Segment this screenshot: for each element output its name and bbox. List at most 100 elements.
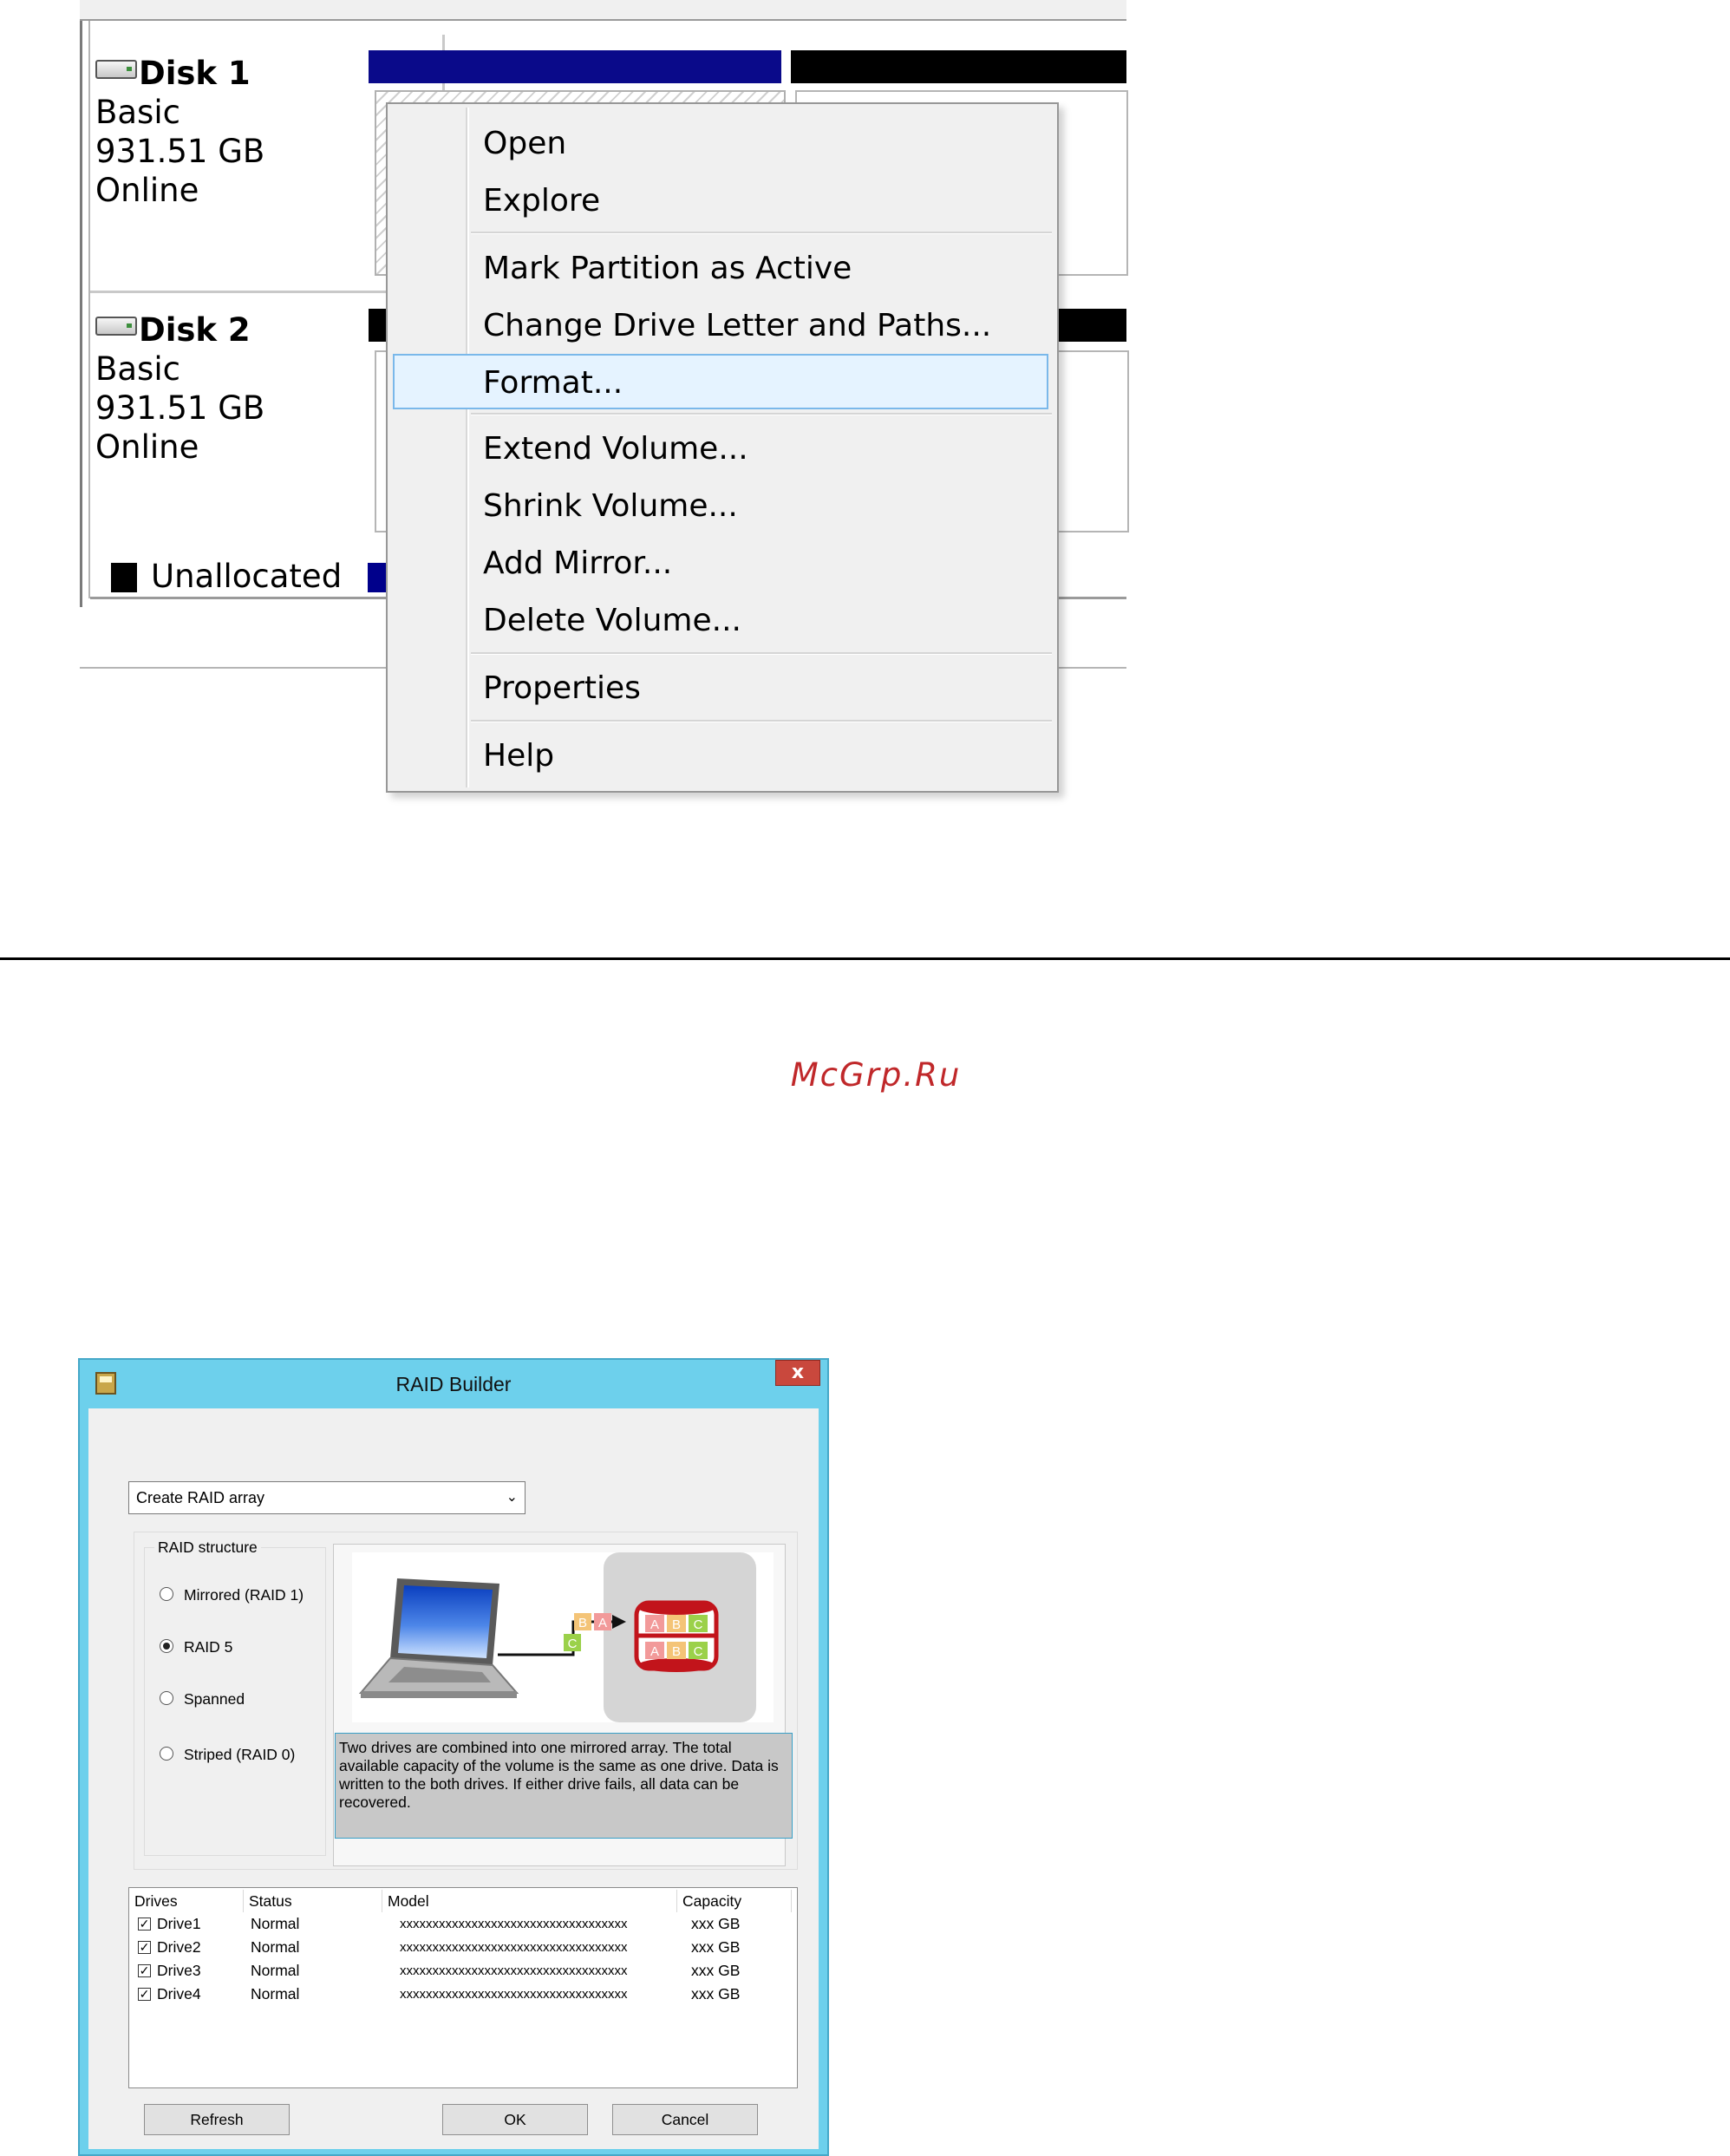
radio-button[interactable] xyxy=(160,1691,173,1705)
menu-item-delete-volume[interactable]: Delete Volume... xyxy=(393,593,1048,649)
watermark-text: McGrp.Ru xyxy=(790,1056,962,1094)
menu-item-label: Shrink Volume... xyxy=(483,488,738,524)
refresh-button[interactable]: Refresh xyxy=(144,2104,290,2135)
table-row[interactable]: ✓ Drive1 Normal xxxxxxxxxxxxxxxxxxxxxxxx… xyxy=(129,1912,797,1936)
radio-label: RAID 5 xyxy=(184,1638,233,1656)
menu-item-label: Open xyxy=(483,126,567,161)
menu-item-format[interactable]: Format... xyxy=(393,354,1048,409)
drive-name: Drive2 xyxy=(157,1938,201,1956)
page-divider xyxy=(0,957,1730,960)
ok-button[interactable]: OK xyxy=(442,2104,588,2135)
drive-name: Drive3 xyxy=(157,1962,201,1979)
drive-model: xxxxxxxxxxxxxxxxxxxxxxxxxxxxxxxxxxx xyxy=(400,1987,628,2002)
partition-context-menu: Open Explore Mark Partition as Active Ch… xyxy=(386,102,1059,793)
disk-status: Online xyxy=(95,172,199,209)
cancel-button[interactable]: Cancel xyxy=(612,2104,758,2135)
drive-name: Drive1 xyxy=(157,1915,201,1932)
disk-2-label[interactable]: Disk 2 Basic 931.51 GB Online xyxy=(95,310,356,467)
close-icon: x xyxy=(791,1362,805,1383)
window-title: RAID Builder xyxy=(395,1373,512,1395)
packet-label: A xyxy=(598,1616,607,1630)
chevron-down-icon: ⌄ xyxy=(506,1490,518,1505)
radio-button[interactable] xyxy=(160,1747,173,1761)
disk-2-unallocated-bar-right[interactable] xyxy=(1051,309,1126,342)
disk-size: 931.51 GB xyxy=(95,389,265,427)
disk-block-label: A xyxy=(650,1617,659,1632)
disk-name: Disk 1 xyxy=(139,55,251,92)
menu-item-shrink-volume[interactable]: Shrink Volume... xyxy=(393,479,1048,534)
radio-label: Spanned xyxy=(184,1690,245,1708)
legend-swatch-unallocated xyxy=(111,563,137,592)
drives-table: Drives Status Model Capacity ✓ Drive1 No… xyxy=(128,1887,798,2088)
drive-capacity: xxx GB xyxy=(691,1962,741,1979)
radio-button[interactable] xyxy=(160,1587,173,1601)
menu-item-label: Format... xyxy=(483,365,623,401)
menu-item-add-mirror[interactable]: Add Mirror... xyxy=(393,536,1048,591)
raid-array-icon xyxy=(634,1600,719,1672)
raid-description: Two drives are combined into one mirrore… xyxy=(335,1733,793,1839)
menu-separator xyxy=(471,232,1052,234)
radio-button[interactable] xyxy=(160,1639,173,1653)
menu-item-label: Add Mirror... xyxy=(483,546,673,581)
menu-item-label: Delete Volume... xyxy=(483,603,741,638)
packet-label: C xyxy=(568,1637,578,1651)
menu-item-change-drive-letter[interactable]: Change Drive Letter and Paths... xyxy=(393,298,1048,354)
menu-item-extend-volume[interactable]: Extend Volume... xyxy=(393,421,1048,477)
raid-illustration: C B A A B C A B C xyxy=(352,1552,774,1722)
laptop-icon xyxy=(358,1578,519,1698)
drive-checkbox[interactable]: ✓ xyxy=(138,1988,151,2001)
table-row[interactable]: ✓ Drive3 Normal xxxxxxxxxxxxxxxxxxxxxxxx… xyxy=(129,1959,797,1983)
drive-capacity: xxx GB xyxy=(691,1985,741,2002)
menu-item-mark-active[interactable]: Mark Partition as Active xyxy=(393,241,1048,297)
drive-checkbox[interactable]: ✓ xyxy=(138,1918,151,1931)
column-header-drives[interactable]: Drives xyxy=(129,1890,244,1912)
disk-status: Online xyxy=(95,428,199,466)
drive-status: Normal xyxy=(251,1985,300,2002)
hard-disk-icon xyxy=(95,317,137,336)
table-row[interactable]: ✓ Drive4 Normal xxxxxxxxxxxxxxxxxxxxxxxx… xyxy=(129,1983,797,2006)
disk-block-label: C xyxy=(694,1644,703,1659)
menu-item-label: Explore xyxy=(483,183,601,219)
menu-item-label: Mark Partition as Active xyxy=(483,251,852,286)
frame-left-edge xyxy=(80,0,82,607)
hard-disk-icon xyxy=(95,60,137,79)
close-button[interactable]: x xyxy=(775,1360,820,1386)
column-header-status[interactable]: Status xyxy=(244,1890,382,1912)
column-header-capacity[interactable]: Capacity xyxy=(677,1890,792,1912)
drive-checkbox[interactable]: ✓ xyxy=(138,1964,151,1977)
menu-separator xyxy=(471,652,1052,655)
radio-label: Striped (RAID 0) xyxy=(184,1746,296,1763)
disk-1-label[interactable]: Disk 1 Basic 931.51 GB Online xyxy=(95,54,356,210)
laptop-to-array-illustration: C B A A B C A B C xyxy=(358,1552,756,1722)
column-header-model[interactable]: Model xyxy=(382,1890,677,1912)
menu-item-explore[interactable]: Explore xyxy=(393,173,1048,229)
disk-block-label: C xyxy=(694,1617,703,1632)
drive-model: xxxxxxxxxxxxxxxxxxxxxxxxxxxxxxxxxxx xyxy=(400,1917,628,1931)
drive-capacity: xxx GB xyxy=(691,1915,741,1932)
window-client-area: Create RAID array ⌄ RAID structure Mirro… xyxy=(88,1408,819,2149)
frame-inner-left-edge xyxy=(88,0,90,598)
table-row[interactable]: ✓ Drive2 Normal xxxxxxxxxxxxxxxxxxxxxxxx… xyxy=(129,1936,797,1959)
partition-legend: Unallocated P xyxy=(111,555,427,598)
menu-separator xyxy=(471,413,1052,415)
menu-item-open[interactable]: Open xyxy=(393,116,1048,172)
drive-status: Normal xyxy=(251,1915,300,1932)
menu-item-properties[interactable]: Properties xyxy=(393,661,1048,716)
raid-builder-window: RAID Builder x Create RAID array ⌄ RAID … xyxy=(78,1358,829,2156)
mode-select[interactable]: Create RAID array ⌄ xyxy=(128,1481,526,1514)
drive-model: xxxxxxxxxxxxxxxxxxxxxxxxxxxxxxxxxxx xyxy=(400,1940,628,1955)
menu-item-help[interactable]: Help xyxy=(393,728,1048,784)
drive-capacity: xxx GB xyxy=(691,1938,741,1956)
disk-1-unallocated-bar[interactable] xyxy=(791,50,1126,83)
disk-type: Basic xyxy=(95,94,180,131)
top-strip xyxy=(80,0,1126,21)
drive-name: Drive4 xyxy=(157,1985,201,2002)
disk-1-primary-partition-bar[interactable] xyxy=(369,50,781,83)
drive-checkbox[interactable]: ✓ xyxy=(138,1941,151,1954)
disk-block-label: B xyxy=(672,1617,681,1632)
menu-separator xyxy=(471,720,1052,722)
menu-item-label: Change Drive Letter and Paths... xyxy=(483,308,992,343)
drive-status: Normal xyxy=(251,1962,300,1979)
disk-name: Disk 2 xyxy=(139,311,251,349)
disk-type: Basic xyxy=(95,350,180,388)
